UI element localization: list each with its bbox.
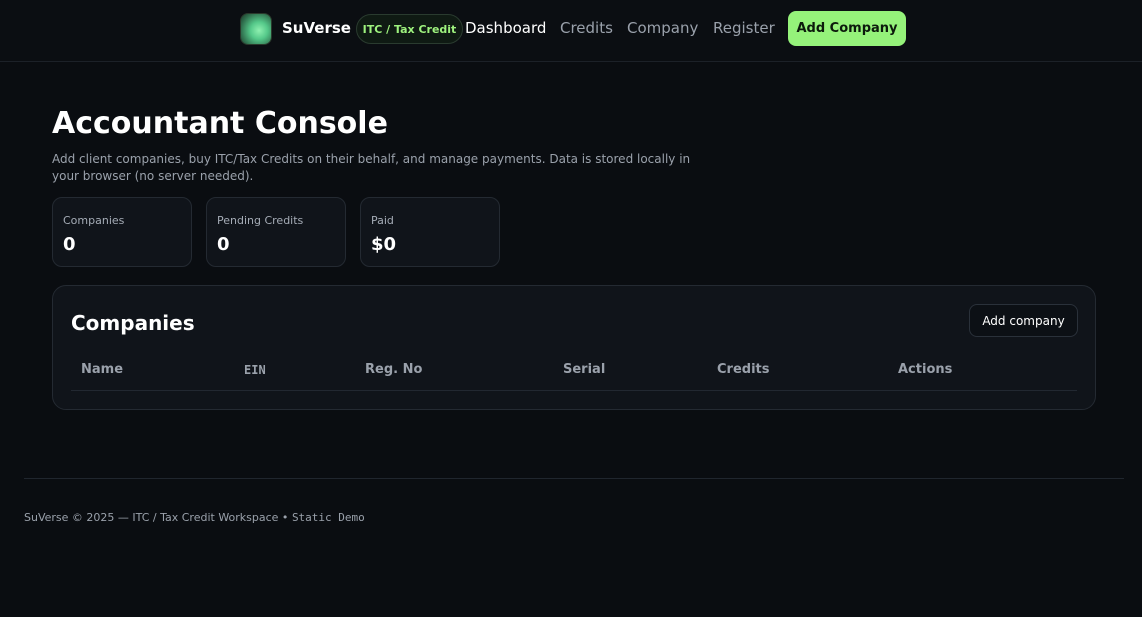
column-header-reg-no: Reg. No bbox=[365, 362, 423, 377]
column-header-ein: EIN bbox=[244, 363, 266, 377]
product-badge: ITC / Tax Credit bbox=[356, 14, 463, 44]
brand-name[interactable]: SuVerse bbox=[282, 19, 351, 37]
footer-divider bbox=[24, 478, 1124, 479]
stat-label: Pending Credits bbox=[217, 214, 304, 227]
footer: SuVerse © 2025 — ITC / Tax Credit Worksp… bbox=[24, 511, 365, 524]
stat-label: Companies bbox=[63, 214, 125, 227]
column-header-name: Name bbox=[81, 362, 124, 377]
add-company-button[interactable]: Add company bbox=[969, 304, 1078, 337]
page-title: Accountant Console bbox=[52, 106, 388, 141]
nav-link-company[interactable]: Company bbox=[627, 19, 698, 37]
top-navigation-bar: SuVerse ITC / Tax Credit Dashboard Credi… bbox=[0, 0, 1142, 62]
brand-logo-icon[interactable] bbox=[240, 13, 272, 45]
nav-link-dashboard[interactable]: Dashboard bbox=[465, 19, 546, 37]
stat-card-paid: Paid $0 bbox=[360, 197, 500, 267]
stat-value: $0 bbox=[371, 234, 397, 255]
nav-link-credits[interactable]: Credits bbox=[560, 19, 613, 37]
footer-mode-label: Static Demo bbox=[291, 511, 365, 524]
page-subtitle: Add client companies, buy ITC/Tax Credit… bbox=[52, 152, 691, 183]
stat-value: 0 bbox=[63, 234, 76, 255]
nav-link-register[interactable]: Register bbox=[713, 19, 775, 37]
column-header-credits: Credits bbox=[717, 362, 770, 377]
add-company-header-button[interactable]: Add Company bbox=[788, 11, 906, 46]
column-header-actions: Actions bbox=[898, 362, 953, 377]
stat-card-pending-credits: Pending Credits 0 bbox=[206, 197, 346, 267]
stat-label: Paid bbox=[371, 214, 394, 227]
companies-card: Companies Add company Name EIN Reg. No S… bbox=[52, 285, 1096, 410]
column-header-serial: Serial bbox=[563, 362, 606, 377]
stat-card-companies: Companies 0 bbox=[52, 197, 192, 267]
companies-title: Companies bbox=[71, 311, 195, 335]
stat-value: 0 bbox=[217, 234, 230, 255]
companies-table-header: Name EIN Reg. No Serial Credits Actions bbox=[71, 354, 1077, 391]
footer-text: SuVerse © 2025 — ITC / Tax Credit Worksp… bbox=[24, 511, 289, 524]
